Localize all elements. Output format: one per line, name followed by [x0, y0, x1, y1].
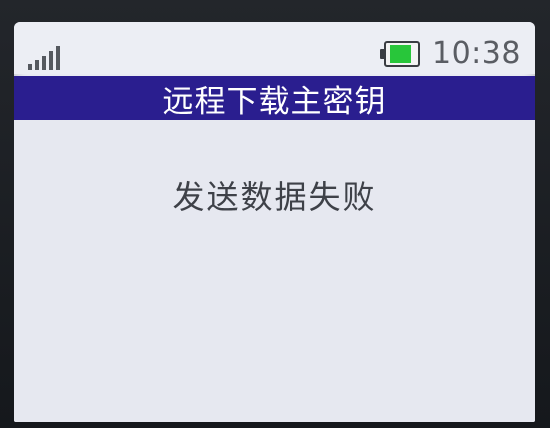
signal-bar-5	[56, 46, 60, 70]
lcd-screen: 10:38 远程下载主密钥 发送数据失败	[14, 22, 535, 422]
status-message: 发送数据失败	[172, 178, 377, 216]
signal-bar-2	[35, 60, 39, 70]
signal-strength-icon	[28, 40, 68, 70]
page-title: 远程下载主密钥	[162, 83, 387, 120]
device-frame: 10:38 远程下载主密钥 发送数据失败	[0, 0, 550, 428]
message-area: 发送数据失败	[14, 120, 535, 422]
battery-icon	[380, 41, 424, 69]
status-bar: 10:38	[14, 22, 535, 74]
signal-bar-1	[28, 64, 32, 70]
status-time: 10:38	[432, 36, 521, 71]
signal-bar-3	[42, 56, 46, 70]
title-bar: 远程下载主密钥	[14, 76, 535, 120]
signal-bar-4	[49, 51, 53, 70]
battery-level-fill	[390, 45, 411, 63]
